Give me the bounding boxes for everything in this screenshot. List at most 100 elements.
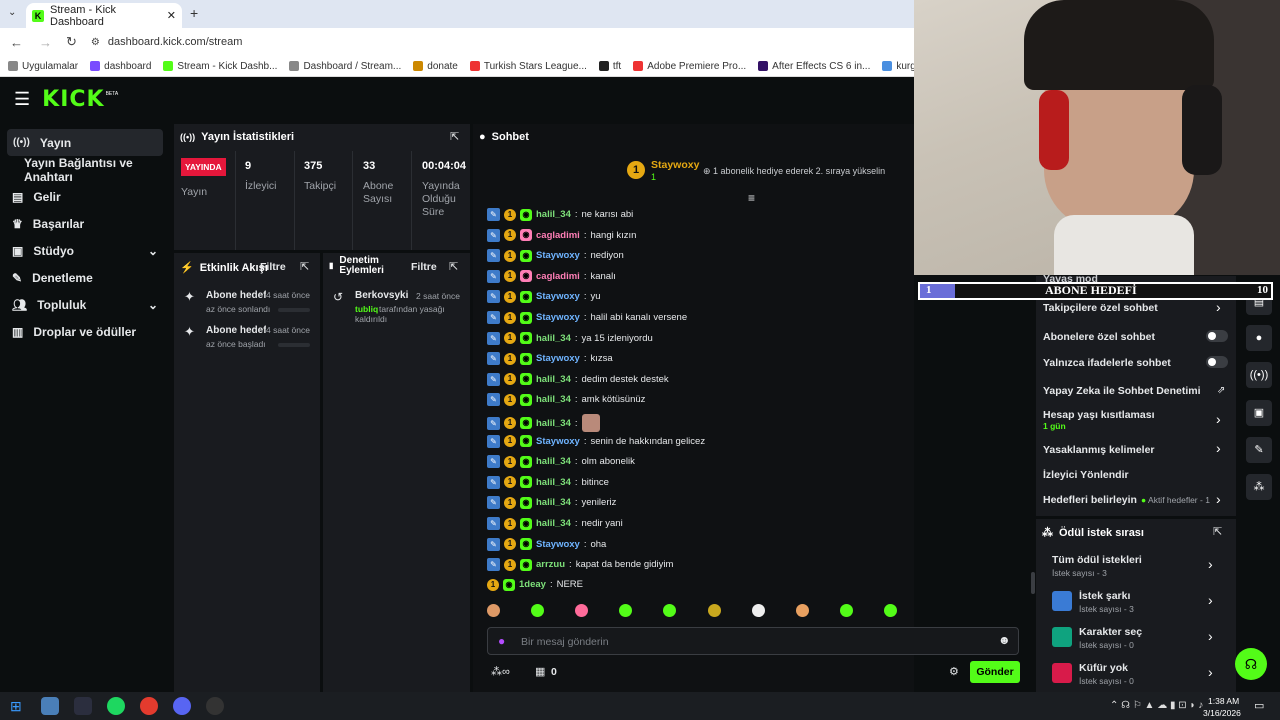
chat-username[interactable]: Staywoxy (536, 539, 580, 550)
emote-icon[interactable] (531, 604, 545, 617)
followers-only-row[interactable]: Takipçilere özel sohbet (1043, 302, 1158, 314)
chat-username[interactable]: Staywoxy (536, 250, 580, 261)
taskbar-date[interactable]: 3/16/2026 (1203, 708, 1241, 718)
chat-input[interactable]: ● Bir mesaj gönderin ☻ (487, 627, 1019, 655)
sidebar-item-gelir[interactable]: ▤ Gelir (0, 183, 172, 210)
popout-icon[interactable]: ⇱ (449, 260, 458, 273)
app-icon[interactable] (41, 697, 59, 715)
subs-only-toggle[interactable] (1206, 330, 1228, 342)
bookmark-item[interactable]: dashboard (90, 61, 151, 72)
popout-icon[interactable]: ⇱ (300, 260, 309, 273)
bookmark-item[interactable]: After Effects CS 6 in... (758, 61, 870, 72)
reward-item[interactable]: İstek şarkı (1079, 590, 1130, 602)
sidebar-item-yayin[interactable]: ((•)) Yayın (7, 129, 163, 156)
emoji-icon[interactable]: ☻ (998, 633, 1011, 647)
chevron-right-icon[interactable]: › (1216, 491, 1221, 507)
chat-username[interactable]: arrzuu (536, 559, 565, 570)
wrench-icon[interactable]: ✎ (1246, 437, 1272, 463)
reward-item[interactable]: Küfür yok (1079, 662, 1128, 674)
emote-icon[interactable] (663, 604, 677, 617)
reload-icon[interactable]: ↻ (66, 34, 77, 50)
chat-username[interactable]: Staywoxy (536, 353, 580, 364)
popout-icon[interactable]: ⇱ (1213, 525, 1222, 538)
windows-start-icon[interactable]: ⊞ (10, 698, 22, 715)
emote-icon[interactable] (575, 604, 589, 617)
banned-words-row[interactable]: Yasaklanmış kelimeler (1043, 444, 1155, 456)
chevron-right-icon[interactable]: › (1216, 411, 1221, 427)
chat-username[interactable]: halil_34 (536, 497, 571, 508)
layout-icon[interactable]: ▣ (1246, 400, 1272, 426)
emote-icon[interactable] (619, 604, 633, 617)
forward-icon[interactable]: → (39, 35, 52, 50)
emote-icon[interactable] (839, 604, 853, 617)
kick-logo[interactable]: KICK (42, 87, 104, 112)
reward-item[interactable]: Karakter seç (1079, 626, 1142, 638)
sidebar-item-droplar[interactable]: ▥ Droplar ve ödüller (0, 318, 172, 345)
chat-username[interactable]: halil_34 (536, 477, 571, 488)
viewer-redirect-row[interactable]: İzleyici Yönlendir (1043, 469, 1129, 481)
chevron-right-icon[interactable]: › (1216, 440, 1221, 456)
top-gifter-name[interactable]: Staywoxy (651, 159, 699, 171)
moderation-filter-button[interactable]: Filtre (411, 261, 437, 273)
mic-icon[interactable]: ● (498, 634, 505, 648)
back-icon[interactable]: ← (10, 35, 23, 50)
chat-username[interactable]: 1deay (519, 579, 546, 590)
bookmark-item[interactable]: Dashboard / Stream... (289, 61, 401, 72)
chat-username[interactable]: halil_34 (536, 518, 571, 529)
obs-icon[interactable] (206, 697, 224, 715)
chat-bubble-icon[interactable]: ● (1246, 325, 1272, 351)
chat-username[interactable]: halil_34 (536, 374, 571, 385)
chat-username[interactable]: halil_34 (536, 456, 571, 467)
external-link-icon[interactable]: ⇗ (1217, 385, 1225, 396)
support-icon[interactable]: ☊ (1235, 648, 1267, 680)
chrome-icon[interactable] (140, 697, 158, 715)
chat-username[interactable]: Staywoxy (536, 312, 580, 323)
bookmark-item[interactable]: kurgu dersi (882, 61, 914, 72)
emote-icon[interactable] (751, 604, 765, 617)
chevron-right-icon[interactable]: › (1208, 592, 1213, 608)
points-icon[interactable]: ⁂∞ (491, 665, 510, 678)
chat-username[interactable]: halil_34 (536, 333, 571, 344)
emote-icon[interactable] (487, 604, 500, 617)
emote-icon[interactable] (707, 604, 721, 617)
bookmark-item[interactable]: Stream - Kick Dashb... (163, 61, 277, 72)
close-tab-icon[interactable]: ✕ (167, 9, 176, 22)
bookmark-item[interactable]: donate (413, 61, 458, 72)
menu-icon[interactable]: ☰ (14, 89, 30, 110)
popout-icon[interactable]: ⇱ (450, 130, 459, 143)
settings-gear-icon[interactable]: ⚙ (949, 665, 959, 678)
chat-username[interactable]: halil_34 (536, 209, 571, 220)
all-requests-row[interactable]: Tüm ödül istekleri (1052, 554, 1142, 566)
broadcast-icon[interactable]: ((•)) (1246, 362, 1272, 388)
gift-box-icon[interactable]: ▦ (535, 665, 545, 678)
bookmark-item[interactable]: Adobe Premiere Pro... (633, 61, 746, 72)
sidebar-item-basarilar[interactable]: ♛ Başarılar (0, 210, 172, 237)
activity-filter-button[interactable]: Filtre (260, 261, 286, 273)
chevron-right-icon[interactable]: › (1208, 664, 1213, 680)
discord-icon[interactable] (173, 697, 191, 715)
chat-username[interactable]: halil_34 (536, 394, 571, 405)
new-tab-icon[interactable]: + (190, 5, 198, 21)
notification-icon[interactable]: ▭ (1254, 699, 1264, 712)
bookmark-item[interactable]: tft (598, 61, 621, 72)
emotes-only-toggle[interactable] (1206, 356, 1228, 368)
tab-list-icon[interactable]: ⌄ (8, 7, 16, 18)
chevron-right-icon[interactable]: › (1216, 299, 1221, 315)
send-button[interactable]: Gönder (970, 661, 1020, 683)
emote-icon[interactable] (883, 604, 897, 617)
chat-username[interactable]: Staywoxy (536, 436, 580, 447)
bookmark-item[interactable]: Uygulamalar (8, 61, 78, 72)
browser-tab[interactable]: K Stream - Kick Dashboard ✕ (26, 3, 182, 28)
sidebar-item-studyo[interactable]: ▣ Stüdyo ⌄ (0, 237, 172, 264)
app-icon[interactable] (74, 697, 92, 715)
spotify-icon[interactable] (107, 697, 125, 715)
chevron-right-icon[interactable]: › (1208, 628, 1213, 644)
site-info-icon[interactable]: ⚙ (91, 37, 100, 48)
chat-username[interactable]: cagladimi (536, 271, 580, 282)
chat-username[interactable]: Staywoxy (536, 291, 580, 302)
chat-username[interactable]: halil_34 (536, 418, 571, 429)
pinned-collapse-icon[interactable]: ≡ (748, 191, 755, 205)
url-field[interactable]: dashboard.kick.com/stream (108, 36, 243, 48)
sidebar-item-topluluk[interactable]: 👥︎ Topluluk ⌄ (0, 291, 172, 318)
system-tray-icons[interactable]: ⌃ ☊ ⚐ ▲ ☁ ▮ ⊡ ◗ ♪ (1110, 700, 1203, 711)
